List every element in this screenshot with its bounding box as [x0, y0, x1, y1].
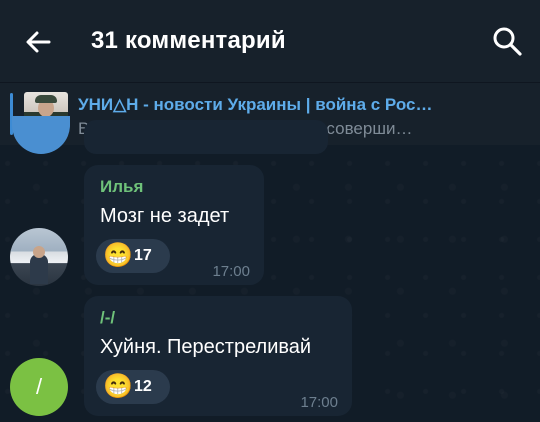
avatar[interactable]: [10, 228, 68, 286]
page-title: 31 комментарий: [91, 27, 286, 54]
previous-message-bubble[interactable]: [84, 120, 328, 154]
arrow-left-icon[interactable]: [22, 26, 54, 58]
message-time: 17:00: [212, 263, 250, 280]
grinning-emoji-icon: 😁: [103, 242, 133, 269]
message-time: 17:00: [300, 394, 338, 411]
channel-title: УНИ△Н - новости Украины | война с Рос…: [78, 95, 433, 114]
search-icon[interactable]: [490, 24, 524, 58]
top-bar: 31 комментарий: [0, 0, 540, 82]
reaction-count: 12: [134, 378, 152, 395]
message-author[interactable]: /-/: [100, 308, 115, 328]
message-text: Хуйня. Перестреливай: [100, 336, 312, 358]
message-text: Мозг не задет: [100, 205, 230, 227]
message-author[interactable]: Илья: [100, 177, 143, 197]
message-bubble[interactable]: /-/ Хуйня. Перестреливай 😁 12 17:00: [84, 296, 352, 416]
reaction-chip[interactable]: 😁 12: [96, 370, 170, 404]
message-bubble[interactable]: Илья Мозг не задет 😁 17 17:00: [84, 165, 264, 285]
reaction-chip[interactable]: 😁 17: [96, 239, 170, 273]
reaction-count: 17: [134, 247, 152, 264]
grinning-emoji-icon: 😁: [103, 373, 133, 400]
avatar[interactable]: /: [10, 358, 68, 416]
